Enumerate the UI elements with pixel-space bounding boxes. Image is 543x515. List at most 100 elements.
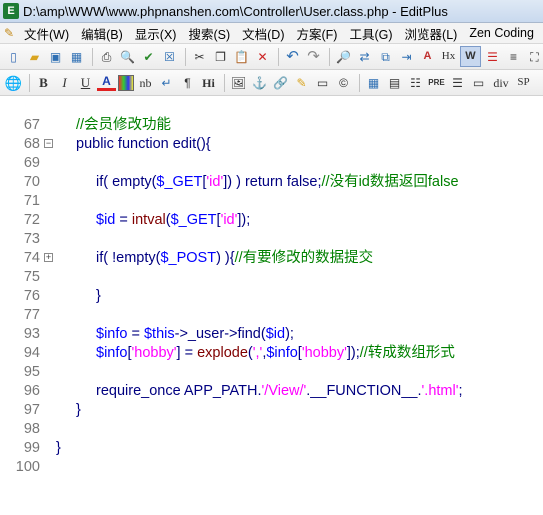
code-line[interactable]: 98 } <box>0 401 543 437</box>
code-line[interactable]: 75 + if( !empty($_POST) ){//有要修改的数据提交 <box>0 249 543 285</box>
undo-icon[interactable]: ↶ <box>283 47 302 66</box>
paste-icon[interactable]: 📋 <box>232 47 251 66</box>
menu-browser[interactable]: 浏览器(L) <box>399 24 464 43</box>
save-icon[interactable]: ▣ <box>46 47 65 66</box>
code-line[interactable]: 97 require_once APP_PATH.'/View/'.__FUNC… <box>0 382 543 418</box>
pencil-icon[interactable]: ✎ <box>0 26 18 40</box>
toolbar-separator <box>185 47 186 66</box>
copy-icon[interactable]: ❐ <box>211 47 230 66</box>
editplus-app-icon: E <box>3 3 19 19</box>
link-icon[interactable]: 🔗 <box>271 73 290 92</box>
span-button[interactable]: SP <box>514 73 533 92</box>
toolbar-separator <box>359 73 360 92</box>
code-line[interactable]: 70 <box>0 154 543 190</box>
code-editor[interactable]: 67 68 //会员修改功能 69 − public function edit… <box>0 97 543 475</box>
title-bar: E D:\amp\WWW\www.phpnanshen.com\Controll… <box>0 0 543 23</box>
print-icon[interactable]: ⎙ <box>97 47 116 66</box>
new-file-icon[interactable]: ▯ <box>4 47 23 66</box>
string-literal: '.html' <box>421 383 459 399</box>
code-line[interactable]: 96 <box>0 363 543 399</box>
menu-project[interactable]: 方案(F) <box>291 24 344 43</box>
code-line[interactable]: 71 if( empty($_GET['id']) ) return false… <box>0 173 543 209</box>
pre-button[interactable]: PRE <box>427 73 446 92</box>
line-number-icon[interactable]: ≡ <box>504 47 523 66</box>
replace-icon[interactable]: ⇄ <box>355 47 374 66</box>
closing-brace: } <box>76 402 81 418</box>
code-text: APP_PATH. <box>183 383 262 399</box>
delete-icon[interactable]: ✕ <box>253 47 272 66</box>
find-in-files-icon[interactable]: ☒ <box>160 47 179 66</box>
code-line[interactable]: 72 <box>0 192 543 228</box>
div-button[interactable]: div <box>490 73 512 92</box>
function-declaration: public function edit <box>76 136 197 152</box>
find-icon[interactable]: 🔎 <box>334 47 353 66</box>
string-literal: 'id' <box>206 174 224 190</box>
fold-collapse-icon[interactable]: − <box>44 139 53 148</box>
font-size-icon[interactable]: A <box>418 47 437 66</box>
code-line[interactable]: 100 } <box>0 439 543 475</box>
variable: $id <box>265 326 286 342</box>
code-line[interactable]: 77 } <box>0 287 543 323</box>
hex-view-button[interactable]: Hx <box>439 47 458 66</box>
menu-view[interactable]: 显示(X) <box>129 24 183 43</box>
code-line[interactable]: 94 $info = $this->_user->find($id); <box>0 325 543 361</box>
fold-expand-icon[interactable]: + <box>44 253 53 262</box>
menu-search[interactable]: 搜索(S) <box>182 24 236 43</box>
nbsp-button[interactable]: nb <box>136 73 155 92</box>
code-line[interactable]: 93 <box>0 306 543 342</box>
menu-zen-coding[interactable]: Zen Coding <box>463 26 540 40</box>
menu-file[interactable]: 文件(W) <box>18 24 75 43</box>
image-icon[interactable]: 🖼 <box>229 73 248 92</box>
font-color-icon[interactable]: A <box>97 74 116 91</box>
paragraph-button[interactable]: ¶ <box>178 73 197 92</box>
menu-tools[interactable]: 工具(G) <box>343 24 398 43</box>
line-break-icon[interactable]: ↵ <box>157 73 176 92</box>
print-preview-icon[interactable]: 🔍 <box>118 47 137 66</box>
comment-text: //转成数组形式 <box>359 345 455 361</box>
code-line[interactable]: 99 <box>0 420 543 456</box>
variable: $_POST <box>160 250 217 266</box>
comment-text: //没有id数据返回false <box>321 174 459 190</box>
code-line[interactable]: 68 //会员修改功能 <box>0 116 543 152</box>
color-picker-icon[interactable] <box>118 74 134 91</box>
underline-icon[interactable]: U <box>76 73 95 92</box>
ruler-icon[interactable]: ☰ <box>483 47 502 66</box>
copyright-icon[interactable]: © <box>334 73 353 92</box>
table-icon[interactable]: ▦ <box>364 73 383 92</box>
heading-button[interactable]: Hi <box>199 73 218 92</box>
form-icon[interactable]: ▤ <box>385 73 404 92</box>
string-literal: ',' <box>252 345 263 361</box>
code-text: ]); <box>346 345 360 361</box>
word-wrap-icon[interactable]: W <box>460 46 481 67</box>
spellcheck-icon[interactable]: ✔ <box>139 47 158 66</box>
menu-document[interactable]: 文档(D) <box>236 24 290 43</box>
open-folder-icon[interactable]: ▰ <box>25 47 44 66</box>
anchor-icon[interactable]: ⚓ <box>250 73 269 92</box>
code-line[interactable]: 69 − public function edit(){ <box>0 135 543 171</box>
find-next-icon[interactable]: ⧉ <box>376 47 395 66</box>
fullscreen-icon[interactable]: ⛶ <box>525 47 543 66</box>
code-text: .__FUNCTION__. <box>306 383 422 399</box>
code-line[interactable]: 95 $info['hobby'] = explode(',',$info['h… <box>0 344 543 380</box>
variable: $this <box>143 326 175 342</box>
redo-icon[interactable]: ↷ <box>304 47 323 66</box>
code-line[interactable]: 74 <box>0 230 543 266</box>
menu-edit[interactable]: 编辑(B) <box>75 24 129 43</box>
form-field-icon[interactable]: ▭ <box>469 73 488 92</box>
highlight-icon[interactable]: ✎ <box>292 73 311 92</box>
browser-preview-icon[interactable]: 🌐 <box>4 73 23 92</box>
goto-icon[interactable]: ⇥ <box>397 47 416 66</box>
closing-brace: } <box>96 288 101 304</box>
save-all-icon[interactable]: ▦ <box>67 47 86 66</box>
center-icon[interactable]: ☰ <box>448 73 467 92</box>
toolbar-separator <box>29 73 30 92</box>
comment-icon[interactable]: ▭ <box>313 73 332 92</box>
bold-icon[interactable]: B <box>34 73 53 92</box>
code-line[interactable]: 67 <box>0 97 543 133</box>
code-line[interactable]: 73 $id = intval($_GET['id']); <box>0 211 543 247</box>
code-text: ) ){ <box>216 250 235 266</box>
code-line[interactable]: 76 <box>0 268 543 304</box>
italic-icon[interactable]: I <box>55 73 74 92</box>
list-icon[interactable]: ☷ <box>406 73 425 92</box>
cut-icon[interactable]: ✂ <box>190 47 209 66</box>
